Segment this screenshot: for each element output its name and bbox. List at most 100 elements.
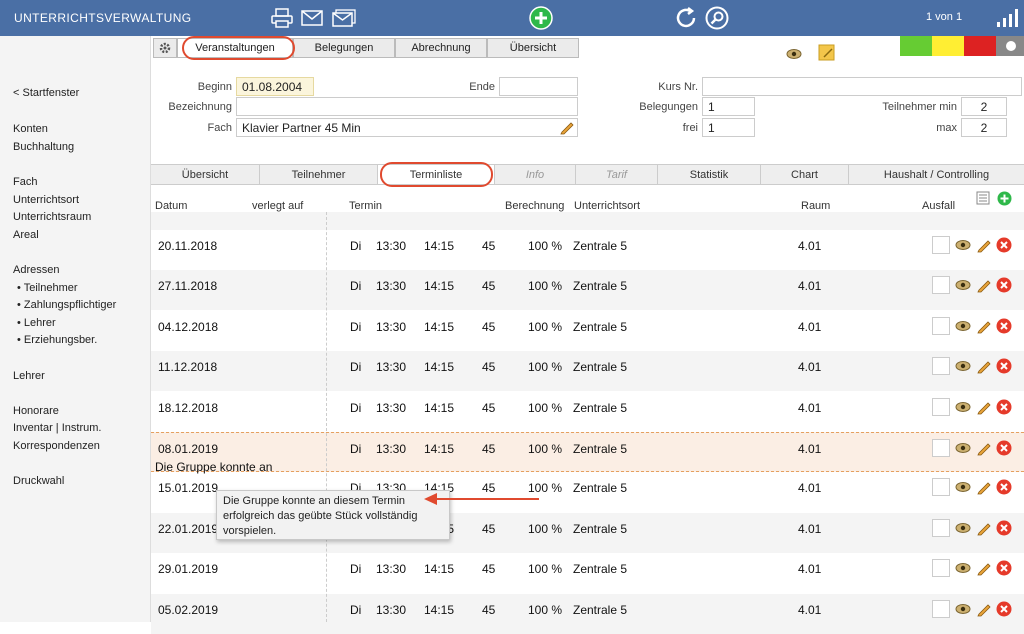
col-berechnung[interactable]: Berechnung <box>505 200 564 212</box>
tab-uebersicht-top[interactable]: Übersicht <box>487 38 579 58</box>
delete-icon[interactable] <box>996 237 1012 253</box>
view-eye-icon[interactable] <box>955 481 971 497</box>
edit-pencil-icon[interactable] <box>976 560 992 576</box>
sidebar-item-korrespondenzen[interactable]: Korrespondenzen <box>13 440 100 452</box>
delete-icon[interactable] <box>996 399 1012 415</box>
tab-haushalt-controlling[interactable]: Haushalt / Controlling <box>849 165 1024 184</box>
edit-pencil-icon[interactable] <box>976 479 992 495</box>
sidebar-item-konten[interactable]: Konten <box>13 123 48 135</box>
delete-icon[interactable] <box>996 358 1012 374</box>
view-eye-icon[interactable] <box>955 401 971 417</box>
ausfall-checkbox[interactable] <box>932 236 950 254</box>
sidebar-back-startfenster[interactable]: < Startfenster <box>13 87 79 99</box>
col-datum[interactable]: Datum <box>155 200 187 212</box>
sidebar-item-teilnehmer[interactable]: • Teilnehmer <box>17 282 78 294</box>
view-eye-icon[interactable] <box>955 360 971 376</box>
ausfall-checkbox[interactable] <box>932 478 950 497</box>
status-yellow[interactable] <box>932 36 964 56</box>
tab-teilnehmer[interactable]: Teilnehmer <box>260 165 378 184</box>
sidebar-item-buchhaltung[interactable]: Buchhaltung <box>13 141 74 153</box>
table-row[interactable]: 08.01.2019 Di 13:30 14:15 45 100 % Zentrale 5 4… <box>151 432 1024 474</box>
view-eye-icon[interactable] <box>955 603 971 619</box>
sidebar-item-unterrichtsort[interactable]: Unterrichtsort <box>13 194 79 206</box>
sidebar-item-lehrer-address[interactable]: • Lehrer <box>17 317 56 329</box>
mail-icon[interactable] <box>300 6 324 30</box>
view-eye-icon[interactable] <box>955 442 971 458</box>
bezeichnung-field[interactable] <box>236 97 578 116</box>
sidebar-item-lehrer[interactable]: Lehrer <box>13 370 45 382</box>
ausfall-checkbox[interactable] <box>932 316 950 335</box>
sidebar-item-unterrichtsraum[interactable]: Unterrichtsraum <box>13 211 91 223</box>
table-row[interactable]: 04.12.2018 Di 13:30 14:15 45 100 % Zentrale 5 4… <box>151 311 1024 351</box>
tab-tarif[interactable]: Tarif <box>576 165 658 184</box>
sidebar-item-zahlungspflichtiger[interactable]: • Zahlungspflichtiger <box>17 299 116 311</box>
table-row[interactable]: 20.11.2018 Di 13:30 14:15 45 100 % Zentrale 5 4… <box>151 230 1024 270</box>
view-eye-icon[interactable] <box>955 522 971 538</box>
view-eye-icon[interactable] <box>786 48 802 63</box>
view-eye-icon[interactable] <box>955 279 971 295</box>
frei-field[interactable]: 1 <box>702 118 755 137</box>
belegungen-field[interactable]: 1 <box>702 97 755 116</box>
status-red[interactable] <box>964 36 996 56</box>
mail-bulk-icon[interactable] <box>332 6 356 30</box>
sidebar-item-honorare[interactable]: Honorare <box>13 405 59 417</box>
tab-statistik[interactable]: Statistik <box>658 165 761 184</box>
ausfall-checkbox[interactable] <box>932 397 950 416</box>
edit-pencil-icon[interactable] <box>976 358 992 374</box>
add-record-icon[interactable] <box>529 6 553 30</box>
col-raum[interactable]: Raum <box>801 200 830 212</box>
ausfall-checkbox[interactable] <box>932 276 950 295</box>
list-view-icon[interactable] <box>976 191 990 208</box>
beginn-field[interactable]: 01.08.2004 <box>236 77 314 96</box>
sidebar-item-erziehungsber[interactable]: • Erziehungsber. <box>17 334 97 346</box>
edit-pencil-icon[interactable] <box>976 399 992 415</box>
table-row[interactable]: 11.12.2018 Di 13:30 14:15 45 100 % Zentrale 5 4… <box>151 351 1024 392</box>
ausfall-checkbox[interactable] <box>932 559 950 578</box>
edit-pencil-icon[interactable] <box>976 440 992 456</box>
delete-icon[interactable] <box>996 560 1012 576</box>
printer-icon[interactable] <box>270 6 294 30</box>
view-eye-icon[interactable] <box>955 239 971 255</box>
delete-icon[interactable] <box>996 277 1012 293</box>
delete-icon[interactable] <box>996 601 1012 617</box>
table-row[interactable]: 18.12.2018 Di 13:30 14:15 45 100 % Zentrale 5 4… <box>151 392 1024 432</box>
max-field[interactable]: 2 <box>961 118 1007 137</box>
teilnehmer-min-field[interactable]: 2 <box>961 97 1007 116</box>
add-row-icon[interactable] <box>997 191 1012 209</box>
table-row[interactable]: 05.02.2019 Di 13:30 14:15 45 100 % Zentrale 5 4… <box>151 593 1024 634</box>
delete-icon[interactable] <box>996 520 1012 536</box>
view-eye-icon[interactable] <box>955 320 971 336</box>
refresh-icon[interactable] <box>674 6 698 30</box>
sidebar-item-fach[interactable]: Fach <box>13 176 37 188</box>
sidebar-item-adressen[interactable]: Adressen <box>13 264 59 276</box>
delete-icon[interactable] <box>996 479 1012 495</box>
table-row[interactable]: 29.01.2019 Di 13:30 14:15 45 100 % Zentrale 5 4… <box>151 553 1024 593</box>
kursnr-field[interactable] <box>702 77 1022 96</box>
ausfall-checkbox[interactable] <box>932 357 950 376</box>
sidebar-item-druckwahl[interactable]: Druckwahl <box>13 475 64 487</box>
col-verlegt-auf[interactable]: verlegt auf <box>252 200 303 212</box>
edit-pencil-icon[interactable] <box>976 520 992 536</box>
status-toggle[interactable] <box>996 36 1024 56</box>
fach-field[interactable]: Klavier Partner 45 Min <box>236 118 578 137</box>
tab-uebersicht[interactable]: Übersicht <box>151 165 260 184</box>
edit-pencil-icon[interactable] <box>976 277 992 293</box>
ende-field[interactable] <box>499 77 578 96</box>
search-icon[interactable] <box>705 6 729 30</box>
edit-pencil-icon[interactable] <box>976 318 992 334</box>
tab-info[interactable]: Info <box>495 165 576 184</box>
sidebar-item-areal[interactable]: Areal <box>13 229 39 241</box>
ausfall-checkbox[interactable] <box>932 599 950 618</box>
sidebar-item-inventar[interactable]: Inventar | Instrum. <box>13 422 101 434</box>
tab-abrechnung[interactable]: Abrechnung <box>395 38 487 58</box>
ausfall-checkbox[interactable] <box>932 439 950 457</box>
fach-edit-pencil-icon[interactable] <box>559 119 575 138</box>
col-ausfall[interactable]: Ausfall <box>922 200 955 212</box>
settings-gear-icon[interactable] <box>153 38 177 58</box>
delete-icon[interactable] <box>996 318 1012 334</box>
col-termin[interactable]: Termin <box>349 200 382 212</box>
edit-pencil-icon[interactable] <box>976 601 992 617</box>
status-green[interactable] <box>900 36 932 56</box>
edit-pencil-icon[interactable] <box>976 237 992 253</box>
ausfall-checkbox[interactable] <box>932 518 950 537</box>
